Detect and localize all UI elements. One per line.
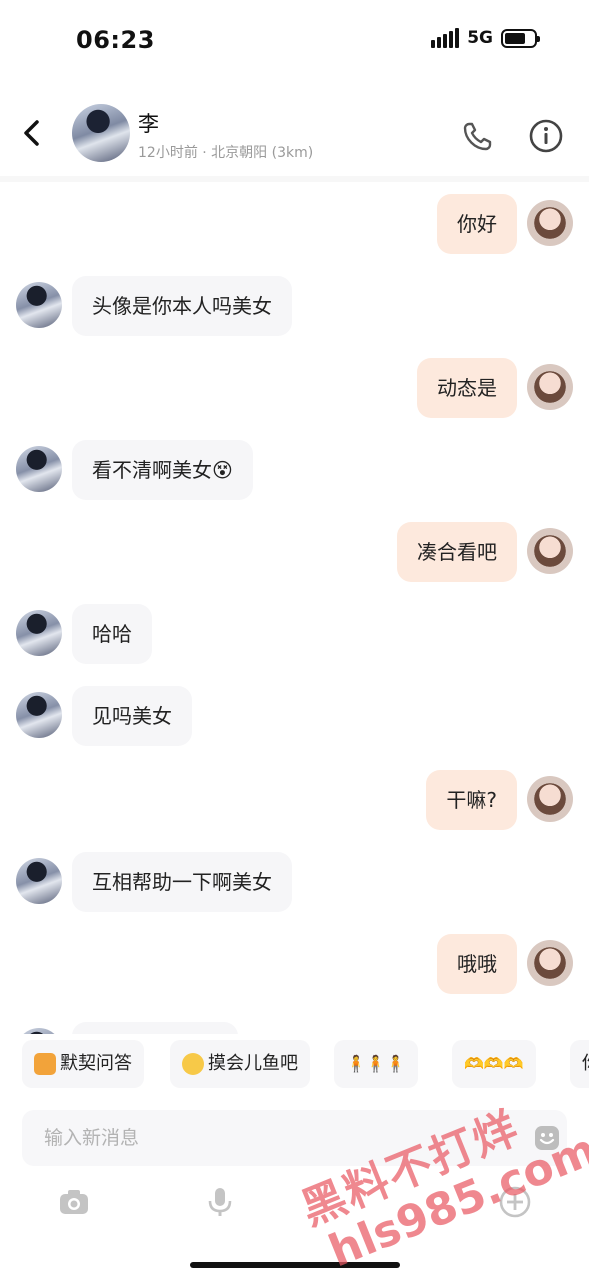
- status-indicators: 5G: [431, 28, 540, 48]
- contact-avatar[interactable]: [72, 104, 130, 162]
- contact-avatar-small[interactable]: [16, 610, 62, 656]
- message-bubble-received[interactable]: 哈哈: [72, 604, 152, 664]
- contact-avatar-small[interactable]: [16, 692, 62, 738]
- quick-reply-label: 你: [582, 1040, 589, 1088]
- quick-reply-label: 🫶🫶🫶: [464, 1054, 524, 1073]
- battery-icon: [501, 28, 540, 48]
- quick-reply-chip[interactable]: 摸会儿鱼吧: [170, 1040, 310, 1088]
- contact-name: 李: [138, 112, 159, 136]
- message-row: 动态是: [0, 358, 589, 422]
- my-avatar[interactable]: [527, 200, 573, 246]
- notepad-icon: [34, 1053, 56, 1075]
- message-row: 凑合看吧: [0, 522, 589, 586]
- contact-avatar-small[interactable]: [16, 1028, 62, 1034]
- camera-icon[interactable]: [56, 1184, 92, 1220]
- quick-reply-chip[interactable]: 🫶🫶🫶: [452, 1040, 536, 1088]
- message-bubble-received[interactable]: [72, 1022, 238, 1034]
- quick-reply-chip[interactable]: 🧍🧍🧍: [334, 1040, 418, 1088]
- fish-emoji-icon: [182, 1053, 204, 1075]
- info-icon[interactable]: [528, 118, 564, 154]
- plus-icon[interactable]: [497, 1184, 533, 1220]
- message-row: 哦哦: [0, 934, 589, 998]
- message-row: 互相帮助一下啊美女: [0, 852, 589, 916]
- contact-avatar-small[interactable]: [16, 858, 62, 904]
- message-bubble-sent[interactable]: 动态是: [417, 358, 517, 418]
- watermark: 黑料不打烊 hls985.com: [277, 1060, 589, 1280]
- message-input[interactable]: 输入新消息: [22, 1110, 567, 1166]
- network-type: 5G: [467, 28, 493, 48]
- quick-reply-bar[interactable]: 默契问答 摸会儿鱼吧 🧍🧍🧍 🫶🫶🫶 你: [0, 1040, 589, 1090]
- emoji-icon[interactable]: [533, 1124, 561, 1152]
- status-time: 06:23: [76, 26, 155, 54]
- message-row: 头像是你本人吗美女: [0, 276, 589, 340]
- message-bubble-received[interactable]: 头像是你本人吗美女: [72, 276, 292, 336]
- message-bubble-sent[interactable]: 干嘛?: [426, 770, 517, 830]
- phone-icon[interactable]: [460, 120, 494, 154]
- microphone-icon[interactable]: [202, 1184, 238, 1220]
- message-row: 看不清啊美女😵: [0, 440, 589, 504]
- message-row: 你好: [0, 194, 589, 258]
- my-avatar[interactable]: [527, 528, 573, 574]
- my-avatar[interactable]: [527, 776, 573, 822]
- message-bubble-received[interactable]: 看不清啊美女😵: [72, 440, 253, 500]
- quick-reply-label: 🧍🧍🧍: [346, 1054, 406, 1073]
- home-indicator: [190, 1262, 400, 1268]
- quick-reply-chip[interactable]: 你: [570, 1040, 589, 1088]
- message-input-placeholder: 输入新消息: [44, 1127, 140, 1149]
- message-bubble-sent[interactable]: 你好: [437, 194, 517, 254]
- message-row-partial: [0, 1022, 589, 1034]
- message-bubble-received[interactable]: 互相帮助一下啊美女: [72, 852, 292, 912]
- contact-status: 12小时前 · 北京朝阳 (3km): [138, 145, 314, 161]
- message-bubble-sent[interactable]: 凑合看吧: [397, 522, 517, 582]
- quick-reply-chip[interactable]: 默契问答: [22, 1040, 144, 1088]
- my-avatar[interactable]: [527, 364, 573, 410]
- message-bubble-sent[interactable]: 哦哦: [437, 934, 517, 994]
- back-arrow-icon[interactable]: [18, 118, 48, 148]
- message-row: 干嘛?: [0, 770, 589, 834]
- message-row: 见吗美女: [0, 686, 589, 750]
- signal-icon: [431, 28, 460, 48]
- my-avatar[interactable]: [527, 940, 573, 986]
- contact-avatar-small[interactable]: [16, 446, 62, 492]
- chat-header: 李 12小时前 · 北京朝阳 (3km): [0, 96, 589, 176]
- message-list[interactable]: 你好 头像是你本人吗美女 动态是 看不清啊美女😵 凑合看吧 哈哈 见吗美女 干嘛…: [0, 182, 589, 1034]
- quick-reply-label: 摸会儿鱼吧: [208, 1053, 298, 1074]
- message-row: 哈哈: [0, 604, 589, 668]
- status-bar: 06:23 5G: [0, 0, 589, 80]
- quick-reply-label: 默契问答: [60, 1053, 132, 1074]
- contact-avatar-small[interactable]: [16, 282, 62, 328]
- message-bubble-received[interactable]: 见吗美女: [72, 686, 192, 746]
